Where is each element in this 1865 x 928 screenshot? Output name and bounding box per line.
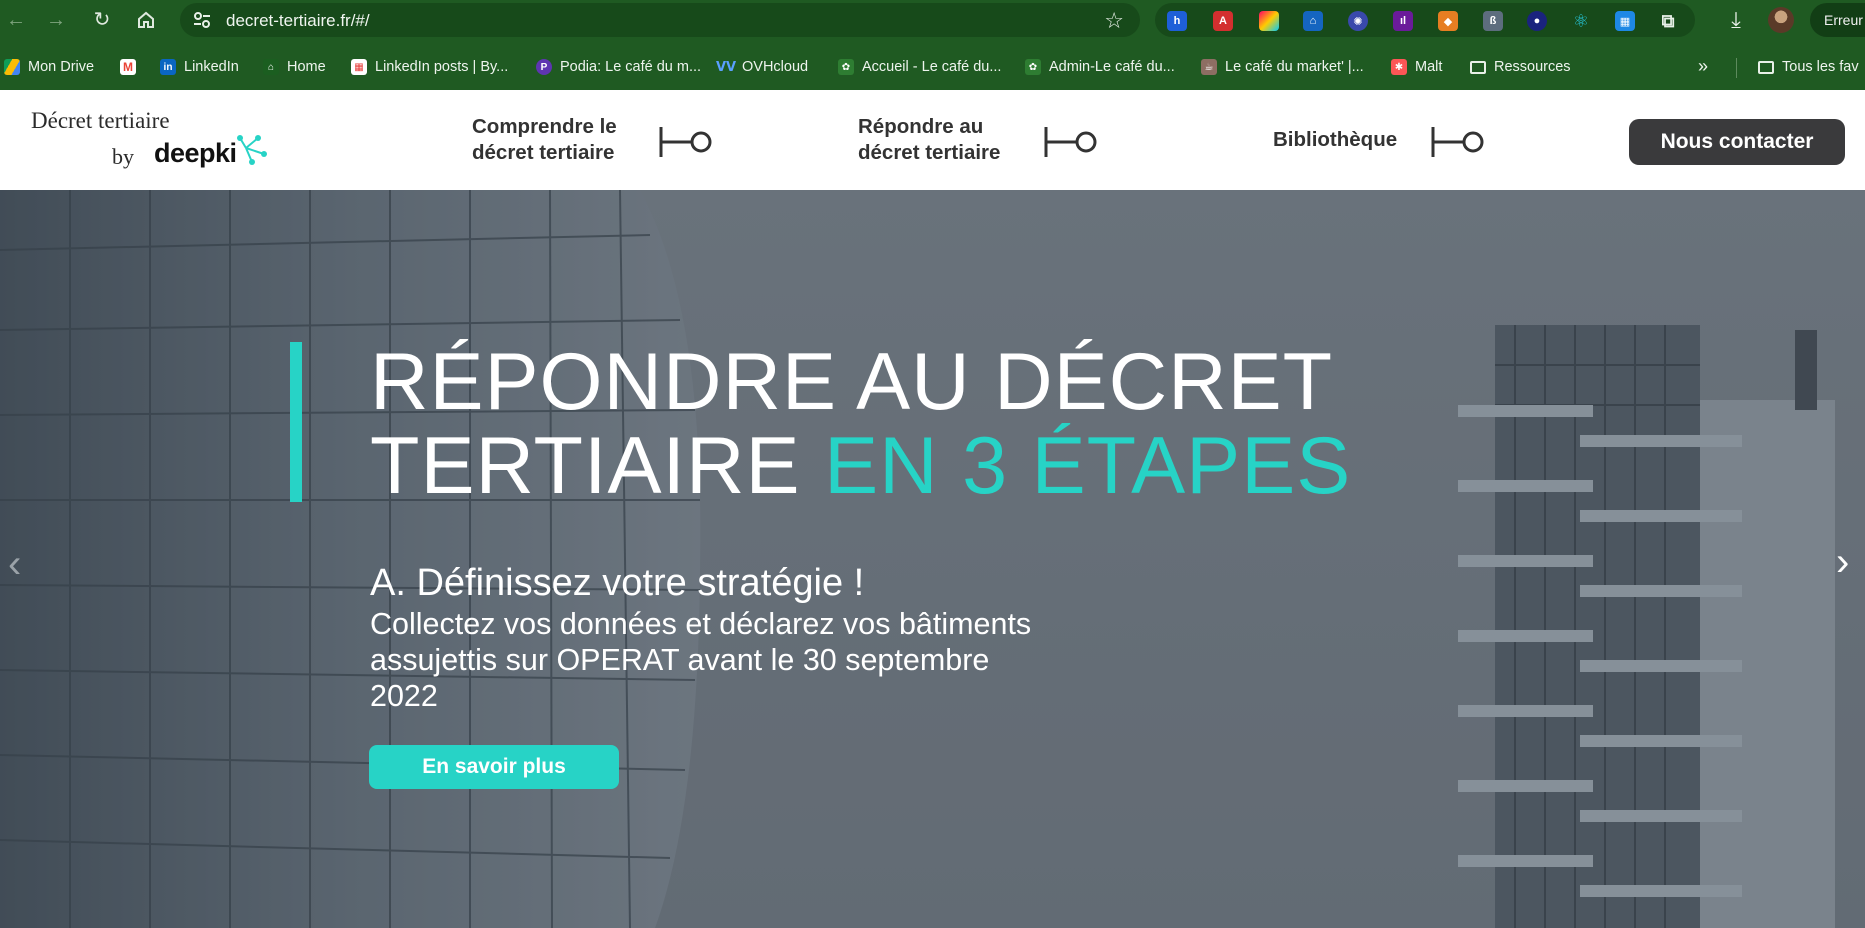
podia-icon: P [536, 59, 552, 75]
bookmark-mon-drive[interactable]: Mon Drive [4, 56, 94, 78]
hero-carousel: RÉPONDRE AU DÉCRET TERTIAIRE EN 3 ÉTAPES… [0, 190, 1865, 928]
browser-chrome: ← → ↻ decret-tertiaire.fr/#/ ☆ h A ⌂ ✺ ı… [0, 0, 1865, 90]
extension-icon[interactable]: ß [1483, 11, 1503, 31]
extension-icon[interactable]: ⌂ [1303, 11, 1323, 31]
extension-icon[interactable]: ıl [1393, 11, 1413, 31]
folder-icon [1470, 60, 1486, 74]
ovh-icon: ᐯᐯ [715, 59, 737, 74]
bookmark-folder-all[interactable]: Tous les fav [1758, 56, 1859, 78]
hero-accent-bar [290, 342, 302, 502]
browser-toolbar: ← → ↻ decret-tertiaire.fr/#/ ☆ h A ⌂ ✺ ı… [0, 0, 1865, 40]
site-settings-icon[interactable] [192, 10, 212, 30]
bookmark-accueil[interactable]: ✿ Accueil - Le café du... [838, 56, 1001, 78]
nav-comprendre[interactable]: Comprendre le décret tertiaire [472, 114, 617, 166]
nav-repondre[interactable]: Répondre au décret tertiaire [858, 114, 1000, 166]
logo-title: Décret tertiaire [31, 108, 170, 133]
site-header: Décret tertiaire by deepki Comprendre le… [0, 90, 1865, 190]
linkedin-icon: in [160, 59, 176, 75]
url-text[interactable]: decret-tertiaire.fr/#/ [226, 11, 370, 31]
extension-icon[interactable]: ▦ [1615, 11, 1635, 31]
bookmark-folder-ressources[interactable]: Ressources [1470, 56, 1571, 78]
pdf-extension-icon[interactable]: A [1213, 11, 1233, 31]
home-favicon: ⌂ [263, 59, 279, 75]
leaf-icon: ✿ [838, 59, 854, 75]
extension-icon[interactable] [1259, 11, 1279, 31]
profile-avatar[interactable] [1768, 7, 1794, 33]
bookmarks-bar: Mon Drive M in LinkedIn ⌂ Home ▦ LinkedI… [0, 50, 1865, 84]
logo-by: by [112, 144, 134, 169]
extension-icon[interactable]: h [1167, 11, 1187, 31]
home-icon[interactable] [132, 6, 160, 34]
address-bar[interactable]: decret-tertiaire.fr/#/ ☆ [180, 3, 1140, 37]
hero-title: RÉPONDRE AU DÉCRET TERTIAIRE EN 3 ÉTAPES [370, 337, 1352, 511]
deepki-molecule-icon [237, 135, 267, 165]
extension-icon[interactable]: ✺ [1348, 11, 1368, 31]
hero-background-image [0, 190, 1865, 928]
malt-icon: ✱ [1391, 59, 1407, 75]
hero-description: Collectez vos données et déclarez vos bâ… [370, 607, 1032, 713]
nav-connector-icon [1431, 127, 1484, 157]
carousel-next-icon[interactable]: › [1836, 540, 1849, 585]
forward-icon[interactable]: → [42, 6, 70, 34]
reload-icon[interactable]: ↻ [88, 6, 116, 34]
leaf-icon: ✿ [1025, 59, 1041, 75]
bookmark-malt[interactable]: ✱ Malt [1391, 56, 1442, 78]
logo-brand: deepki [154, 138, 237, 168]
calendar-icon: ▦ [351, 59, 367, 75]
bookmarks-separator [1736, 58, 1737, 78]
bookmark-podia[interactable]: P Podia: Le café du m... [536, 56, 701, 78]
nav-bibliotheque[interactable]: Bibliothèque [1273, 127, 1397, 153]
bookmark-linkedin[interactable]: in LinkedIn [160, 56, 239, 78]
extensions-puzzle-icon[interactable]: ⧉ [1658, 11, 1678, 31]
hero-subtitle: A. Définissez votre stratégie ! [370, 562, 865, 604]
extension-icon[interactable]: ● [1527, 11, 1547, 31]
bookmark-home[interactable]: ⌂ Home [263, 56, 326, 78]
nav-connector-icon [659, 127, 712, 157]
cafe-icon: ☕ [1201, 59, 1217, 75]
bookmark-ovhcloud[interactable]: ᐯᐯ OVHcloud [715, 56, 808, 78]
bookmark-gmail[interactable]: M [120, 56, 144, 78]
download-icon[interactable]: ⤓ [1723, 6, 1749, 34]
error-chip[interactable]: Erreur [1810, 3, 1865, 37]
learn-more-button[interactable]: En savoir plus [369, 745, 619, 789]
gmail-icon: M [120, 59, 136, 75]
metamask-icon[interactable]: ◆ [1438, 11, 1458, 31]
bookmark-admin[interactable]: ✿ Admin-Le café du... [1025, 56, 1175, 78]
carousel-prev-icon[interactable]: ‹ [8, 542, 21, 587]
folder-icon [1758, 60, 1774, 74]
bookmarks-overflow-icon[interactable]: » [1698, 56, 1708, 77]
contact-button[interactable]: Nous contacter [1629, 119, 1845, 165]
bookmark-star-icon[interactable]: ☆ [1104, 8, 1124, 34]
react-icon[interactable]: ⚛ [1571, 11, 1591, 31]
bookmark-cafe-market[interactable]: ☕ Le café du market' |... [1201, 56, 1364, 78]
extensions-bar: h A ⌂ ✺ ıl ◆ ß ● ⚛ ▦ ⧉ [1155, 3, 1695, 37]
bookmark-linkedin-posts[interactable]: ▦ LinkedIn posts | By... [351, 56, 508, 78]
back-icon[interactable]: ← [2, 6, 30, 34]
nav-connector-icon [1044, 127, 1097, 157]
drive-icon [4, 59, 20, 75]
